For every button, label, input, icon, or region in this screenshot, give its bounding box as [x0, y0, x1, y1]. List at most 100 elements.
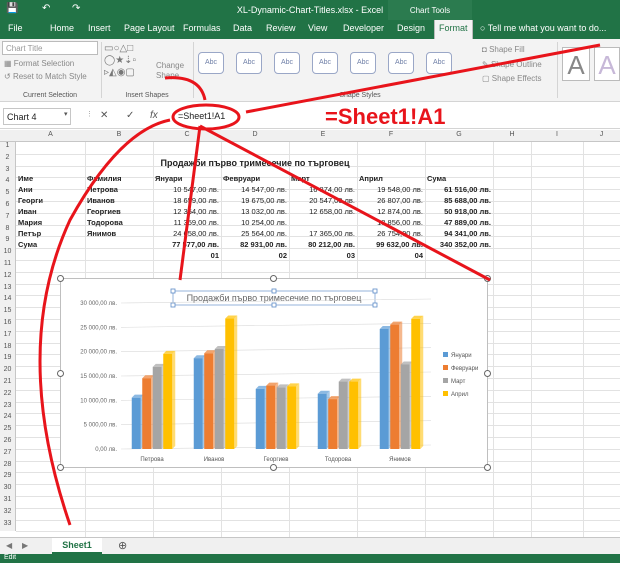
column-header[interactable]: J	[583, 131, 620, 138]
tab-formulas[interactable]: Formulas	[183, 23, 221, 33]
tab-page-layout[interactable]: Page Layout	[124, 23, 175, 33]
row-header[interactable]: 16	[0, 319, 16, 331]
column-header[interactable]: B	[85, 131, 153, 138]
table-cell[interactable]: Тодорова	[87, 217, 151, 228]
header-cell[interactable]: Март	[291, 173, 355, 184]
row-header[interactable]: 31	[0, 496, 16, 508]
table-cell[interactable]: 10 254,00 лв.	[221, 217, 287, 228]
row-header[interactable]: 27	[0, 448, 16, 461]
table-cell[interactable]: 85 688,00 лв.	[425, 195, 491, 206]
row-header[interactable]: 19	[0, 354, 16, 367]
tab-home[interactable]: Home	[50, 23, 74, 33]
column-header[interactable]: H	[493, 131, 531, 138]
table-cell[interactable]: 26 807,00 лв.	[357, 195, 423, 206]
chart-elements-dropdown[interactable]: Chart Title	[2, 41, 98, 55]
row-header[interactable]: 23	[0, 401, 16, 414]
column-header[interactable]: C	[153, 131, 221, 138]
name-box[interactable]: Chart 4	[3, 108, 71, 125]
table-cell[interactable]: 47 889,00 лв.	[425, 217, 491, 228]
scroll-right-icon[interactable]: ▶	[22, 541, 28, 550]
table-cell[interactable]: 20 547,00 лв.	[289, 195, 355, 206]
table-cell[interactable]: 11 359,00 лв.	[153, 217, 219, 228]
header-cell[interactable]: Януари	[155, 173, 219, 184]
tab-insert[interactable]: Insert	[88, 23, 111, 33]
table-cell[interactable]: 14 547,00 лв.	[221, 184, 287, 195]
shape-fill-button[interactable]: ◘ Shape Fill	[482, 45, 525, 54]
table-cell[interactable]: Петър	[18, 228, 84, 239]
table-cell[interactable]: 16 874,00 лв.	[289, 184, 355, 195]
column-header[interactable]: G	[425, 131, 493, 138]
tab-format[interactable]: Format	[434, 20, 473, 39]
total-cell[interactable]: 77 577,00 лв.	[153, 239, 219, 250]
row-header[interactable]: 8	[0, 224, 16, 237]
shape-style-1[interactable]: Abc	[198, 52, 224, 74]
header-cell[interactable]: Април	[359, 173, 423, 184]
scroll-left-icon[interactable]: ◀	[6, 541, 12, 550]
tab-review[interactable]: Review	[266, 23, 296, 33]
x-icon[interactable]: ✕	[100, 110, 108, 121]
shape-effects-button[interactable]: ▢ Shape Effects	[482, 74, 541, 83]
table-cell[interactable]: Ани	[18, 184, 84, 195]
header-cell[interactable]: Фамилия	[87, 173, 151, 184]
wordart-style-2[interactable]: A	[594, 47, 620, 81]
header-cell[interactable]: Име	[18, 173, 84, 184]
month-number-cell[interactable]: 02	[221, 250, 287, 261]
row-header[interactable]: 20	[0, 366, 16, 378]
resize-handle[interactable]	[484, 275, 491, 282]
row-header[interactable]: 2	[0, 153, 16, 166]
shape-style-7[interactable]: Abc	[426, 52, 452, 74]
shapes-gallery[interactable]: ▭○△□ ◯★⇣▫ ▹◭◉▢	[104, 43, 156, 83]
table-cell[interactable]: 17 365,00 лв.	[289, 228, 355, 239]
table-cell[interactable]: 61 516,00 лв.	[425, 184, 491, 195]
table-cell[interactable]: Янимов	[87, 228, 151, 239]
row-header[interactable]: 4	[0, 177, 16, 190]
table-cell[interactable]: 12 354,00 лв.	[153, 206, 219, 217]
row-header[interactable]: 30	[0, 484, 16, 496]
shape-style-5[interactable]: Abc	[350, 52, 376, 74]
table-cell[interactable]: 12 874,00 лв.	[357, 206, 423, 217]
total-cell[interactable]: 99 632,00 лв.	[357, 239, 423, 250]
table-title[interactable]: Продажби първо тримесечие по търговец	[85, 158, 425, 169]
table-cell[interactable]: Иванов	[87, 195, 151, 206]
row-header[interactable]: 7	[0, 212, 16, 225]
row-header[interactable]: 32	[0, 507, 16, 520]
row-header[interactable]: 28	[0, 460, 16, 473]
row-header[interactable]: 33	[0, 519, 16, 532]
resize-handle[interactable]	[270, 275, 277, 282]
check-icon[interactable]: ✓	[126, 110, 134, 121]
row-header[interactable]: 10	[0, 248, 16, 260]
worksheet-grid[interactable]: Продажби първо тримесечие по търговец Им…	[0, 142, 620, 537]
row-header[interactable]: 6	[0, 201, 16, 213]
row-header[interactable]: 24	[0, 413, 16, 426]
change-shape-button[interactable]: Change Shape	[156, 61, 184, 81]
month-number-cell[interactable]: 04	[357, 250, 423, 261]
row-header[interactable]: 17	[0, 330, 16, 343]
table-cell[interactable]: 25 564,00 лв.	[221, 228, 287, 239]
tab-view[interactable]: View	[308, 23, 327, 33]
column-header[interactable]: A	[16, 131, 85, 138]
reset-style-button[interactable]: ↺ Reset to Match Style	[4, 72, 87, 81]
wordart-style-1[interactable]: A	[562, 47, 590, 81]
row-header[interactable]: 1	[0, 142, 16, 154]
formula-input[interactable]: =Sheet1!A1	[175, 108, 615, 125]
table-cell[interactable]: Петрова	[87, 184, 151, 195]
fx-icon[interactable]: fx	[150, 110, 158, 121]
resize-handle[interactable]	[57, 275, 64, 282]
table-cell[interactable]: 24 658,00 лв.	[153, 228, 219, 239]
row-header[interactable]: 13	[0, 283, 16, 296]
row-header[interactable]: 5	[0, 189, 16, 201]
sheet-tab-sheet1[interactable]: Sheet1	[52, 538, 102, 554]
column-header[interactable]: E	[289, 131, 357, 138]
row-header[interactable]: 9	[0, 236, 16, 249]
table-cell[interactable]: Георгиев	[87, 206, 151, 217]
table-cell[interactable]: 50 918,00 лв.	[425, 206, 491, 217]
resize-handle[interactable]	[57, 370, 64, 377]
total-cell[interactable]: Сума	[18, 239, 84, 250]
month-number-cell[interactable]: 03	[289, 250, 355, 261]
row-header[interactable]: 14	[0, 295, 16, 308]
chevron-down-icon[interactable]: ▾	[64, 110, 68, 118]
shape-style-6[interactable]: Abc	[388, 52, 414, 74]
total-cell[interactable]: 80 212,00 лв.	[289, 239, 355, 250]
row-header[interactable]: 21	[0, 378, 16, 390]
resize-handle[interactable]	[484, 370, 491, 377]
